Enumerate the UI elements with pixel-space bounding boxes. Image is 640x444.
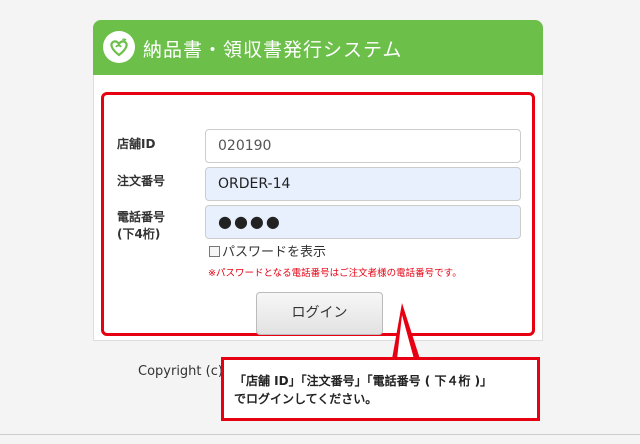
divider [0,434,640,435]
show-password-label: パスワードを表示 [222,245,327,260]
callout-pointer [392,303,420,359]
show-password-toggle[interactable]: パスワードを表示 [209,245,326,260]
heart-leaf-icon [103,31,135,63]
order-number-input[interactable]: ORDER-14 [205,167,521,201]
phone-label-line1: 電話番号 [117,210,166,224]
card-header: 納品書・領収書発行システム [93,20,543,75]
store-id-input[interactable]: 020190 [205,129,521,163]
store-id-label: 店舗ID [117,137,156,151]
password-note: ※パスワードとなる電話番号はご注文者様の電話番号です。 [208,268,462,279]
order-number-label: 注文番号 [117,174,166,188]
login-button[interactable]: ログイン [256,292,383,335]
login-card: 納品書・領収書発行システム 店舗ID 020190 注文番号 ORDER-14 … [93,20,543,341]
phone-label: 電話番号 (下4桁) [117,209,165,243]
instruction-callout: 「店舗 ID」「注文番号」「電話番号 ( 下４桁 )」 でログインしてください。 [221,357,540,421]
callout-line2: でログインしてください。 [234,392,378,406]
show-password-checkbox[interactable] [209,246,220,257]
phone-password-input[interactable]: ●●●● [205,205,521,239]
phone-label-line2: (下4桁) [117,227,161,241]
page-title: 納品書・領収書発行システム [143,39,403,61]
callout-line1: 「店舗 ID」「注文番号」「電話番号 ( 下４桁 )」 [234,374,493,388]
login-form: 店舗ID 020190 注文番号 ORDER-14 電話番号 (下4桁) ●●●… [101,92,535,336]
copyright-text: Copyright (c) [138,364,223,379]
